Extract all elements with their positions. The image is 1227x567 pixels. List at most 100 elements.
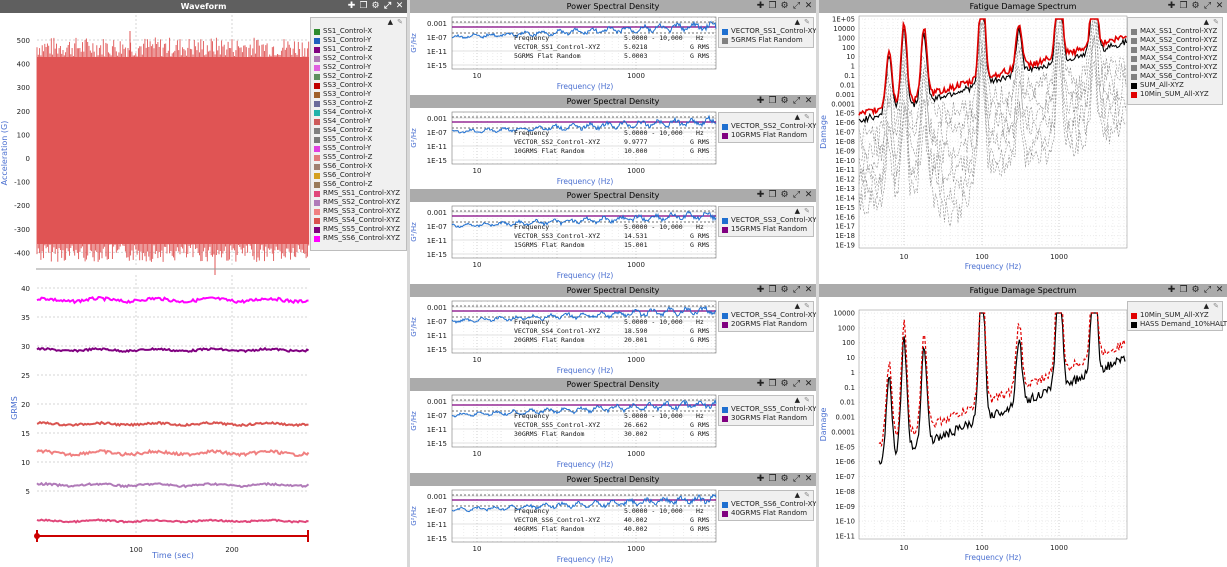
close-icon[interactable]: ✕ <box>804 285 813 296</box>
copy-icon[interactable]: ❐ <box>768 190 777 201</box>
fds-top-plot[interactable]: Damage1E+051000010001001010.10.010.0010.… <box>819 13 1129 281</box>
legend-item[interactable]: SS5_Control-X <box>311 135 406 144</box>
pin-icon[interactable]: ✚ <box>1167 285 1176 296</box>
collapse-icon[interactable]: ▲ <box>795 491 800 500</box>
legend-item[interactable]: VECTOR_SS1_Control-XYZ <box>719 27 816 36</box>
legend-item[interactable]: MAX_SS4_Control-XYZ <box>1128 54 1222 63</box>
gear-icon[interactable]: ⚙ <box>1191 285 1200 296</box>
close-icon[interactable]: ✕ <box>1215 1 1224 12</box>
expand-icon[interactable]: ⤢ <box>383 1 392 12</box>
legend-item[interactable]: VECTOR_SS6_Control-XYZ <box>719 500 816 509</box>
legend-item[interactable]: VECTOR_SS2_Control-XYZ <box>719 122 816 131</box>
legend-item[interactable]: 15GRMS Flat Random <box>719 225 813 234</box>
legend-item[interactable]: SS2_Control-X <box>311 54 406 63</box>
edit-icon[interactable]: ✎ <box>804 113 810 122</box>
legend-item[interactable]: MAX_SS3_Control-XYZ <box>1128 45 1222 54</box>
collapse-icon[interactable]: ▲ <box>1204 302 1209 311</box>
collapse-icon[interactable]: ▲ <box>795 302 800 311</box>
legend-item[interactable]: SS1_Control-Z <box>311 45 406 54</box>
legend-item[interactable]: 10Min_SUM_All-XYZ <box>1128 90 1222 99</box>
pin-icon[interactable]: ✚ <box>756 379 765 390</box>
legend-item[interactable]: SS3_Control-X <box>311 81 406 90</box>
legend-item[interactable]: SS5_Control-Y <box>311 144 406 153</box>
legend-item[interactable]: 30GRMS Flat Random <box>719 414 813 423</box>
legend-item[interactable]: SS1_Control-X <box>311 27 406 36</box>
waveform-plot[interactable]: Acceleration (G) 500 400 300 200 100 0 -100 -20… <box>0 13 310 567</box>
legend-item[interactable]: 20GRMS Flat Random <box>719 320 813 329</box>
close-icon[interactable]: ✕ <box>804 96 813 107</box>
legend-item[interactable]: SS1_Control-Y <box>311 36 406 45</box>
pin-icon[interactable]: ✚ <box>756 285 765 296</box>
expand-icon[interactable]: ⤢ <box>792 1 801 12</box>
copy-icon[interactable]: ❐ <box>768 96 777 107</box>
legend-item[interactable]: RMS_SS4_Control-XYZ <box>311 216 406 225</box>
fds-bottom-plot[interactable]: Damage 10000 1000 100 10 1 0.1 0.01 0.001 0.0001 1… <box>819 297 1129 567</box>
cursor-handle[interactable] <box>34 533 40 539</box>
psd-plot[interactable]: G²/Hz 0.001 1E-07 1E-11 1E-15 Frequency 5.0000… <box>410 391 718 472</box>
legend-item[interactable]: VECTOR_SS5_Control-XYZ <box>719 405 816 414</box>
pin-icon[interactable]: ✚ <box>1167 1 1176 12</box>
copy-icon[interactable]: ❐ <box>1179 285 1188 296</box>
collapse-icon[interactable]: ▲ <box>795 18 800 27</box>
edit-icon[interactable]: ✎ <box>804 396 810 405</box>
legend-item[interactable]: RMS_SS3_Control-XYZ <box>311 207 406 216</box>
legend-item[interactable]: VECTOR_SS3_Control-XYZ <box>719 216 816 225</box>
legend-item[interactable]: 10Min_SUM_All-XYZ <box>1128 311 1222 320</box>
gear-icon[interactable]: ⚙ <box>780 190 789 201</box>
copy-icon[interactable]: ❐ <box>768 285 777 296</box>
psd-plot[interactable]: G²/Hz 0.001 1E-07 1E-11 1E-15 Frequency 5.0000… <box>410 486 718 567</box>
copy-icon[interactable]: ❐ <box>359 1 368 12</box>
gear-icon[interactable]: ⚙ <box>371 1 380 12</box>
expand-icon[interactable]: ⤢ <box>792 379 801 390</box>
expand-icon[interactable]: ⤢ <box>1203 1 1212 12</box>
psd-plot[interactable]: G²/Hz 0.001 1E-07 1E-11 1E-15 Frequency 5.0000… <box>410 297 718 378</box>
legend-item[interactable]: MAX_SS1_Control-XYZ <box>1128 27 1222 36</box>
gear-icon[interactable]: ⚙ <box>1191 1 1200 12</box>
legend-item[interactable]: SS3_Control-Z <box>311 99 406 108</box>
edit-icon[interactable]: ✎ <box>1213 18 1219 27</box>
copy-icon[interactable]: ❐ <box>768 379 777 390</box>
legend-item[interactable]: MAX_SS2_Control-XYZ <box>1128 36 1222 45</box>
legend-item[interactable]: HASS Demand_10%HALT <box>1128 320 1227 329</box>
legend-item[interactable]: SS3_Control-Y <box>311 90 406 99</box>
legend-item[interactable]: RMS_SS6_Control-XYZ <box>311 234 406 243</box>
expand-icon[interactable]: ⤢ <box>792 474 801 485</box>
gear-icon[interactable]: ⚙ <box>780 285 789 296</box>
legend-item[interactable]: SUM_All-XYZ <box>1128 81 1222 90</box>
close-icon[interactable]: ✕ <box>804 379 813 390</box>
collapse-icon[interactable]: ▲ <box>795 113 800 122</box>
legend-item[interactable]: MAX_SS6_Control-XYZ <box>1128 72 1222 81</box>
legend-item[interactable]: SS6_Control-X <box>311 162 406 171</box>
pin-icon[interactable]: ✚ <box>756 1 765 12</box>
edit-icon[interactable]: ✎ <box>397 18 403 27</box>
psd-plot[interactable]: G²/Hz 0.001 1E-07 1E-11 1E-15 Frequency 5.0000… <box>410 202 718 283</box>
pin-icon[interactable]: ✚ <box>756 96 765 107</box>
gear-icon[interactable]: ⚙ <box>780 474 789 485</box>
legend-item[interactable]: SS4_Control-Z <box>311 126 406 135</box>
gear-icon[interactable]: ⚙ <box>780 1 789 12</box>
pin-icon[interactable]: ✚ <box>756 190 765 201</box>
expand-icon[interactable]: ⤢ <box>792 285 801 296</box>
legend-item[interactable]: SS2_Control-Z <box>311 72 406 81</box>
close-icon[interactable]: ✕ <box>1215 285 1224 296</box>
legend-item[interactable]: 5GRMS Flat Random <box>719 36 813 45</box>
collapse-icon[interactable]: ▲ <box>388 18 393 27</box>
close-icon[interactable]: ✕ <box>804 1 813 12</box>
copy-icon[interactable]: ❐ <box>768 1 777 12</box>
close-icon[interactable]: ✕ <box>395 1 404 12</box>
legend-item[interactable]: 10GRMS Flat Random <box>719 131 813 140</box>
legend-item[interactable]: RMS_SS5_Control-XYZ <box>311 225 406 234</box>
gear-icon[interactable]: ⚙ <box>780 379 789 390</box>
psd-plot[interactable]: G²/Hz 0.001 1E-07 1E-11 1E-15 Frequency 5.0000… <box>410 108 718 189</box>
legend-item[interactable]: SS2_Control-Y <box>311 63 406 72</box>
edit-icon[interactable]: ✎ <box>804 302 810 311</box>
edit-icon[interactable]: ✎ <box>804 18 810 27</box>
legend-item[interactable]: 40GRMS Flat Random <box>719 509 813 518</box>
collapse-icon[interactable]: ▲ <box>795 207 800 216</box>
legend-item[interactable]: SS6_Control-Z <box>311 180 406 189</box>
legend-item[interactable]: RMS_SS2_Control-XYZ <box>311 198 406 207</box>
close-icon[interactable]: ✕ <box>804 190 813 201</box>
pin-icon[interactable]: ✚ <box>756 474 765 485</box>
legend-item[interactable]: RMS_SS1_Control-XYZ <box>311 189 406 198</box>
copy-icon[interactable]: ❐ <box>1179 1 1188 12</box>
